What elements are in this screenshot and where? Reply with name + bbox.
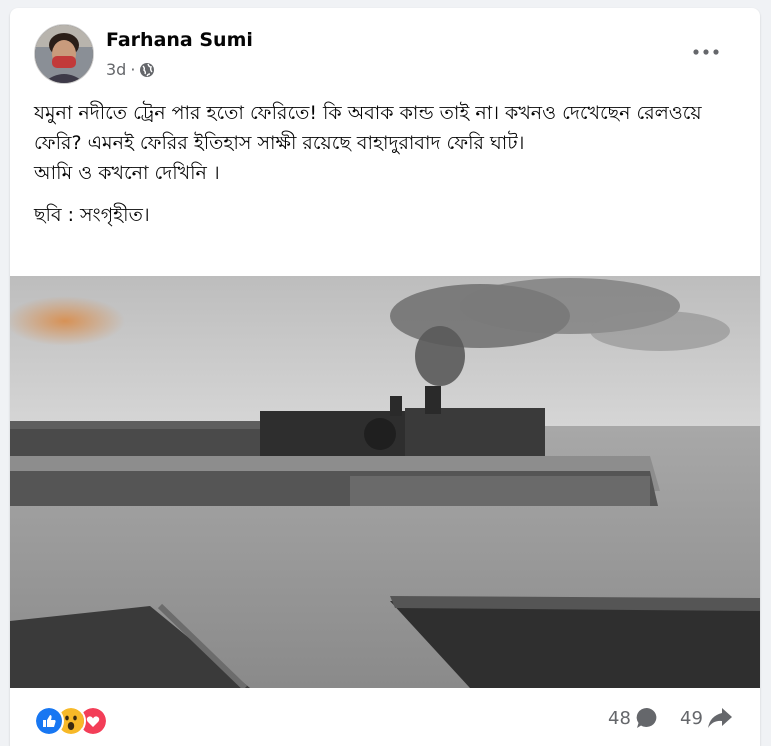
post-text: যমুনা নদীতে ট্রেন পার হতো ফেরিতে! কি অবা… xyxy=(34,98,744,230)
more-options-icon xyxy=(693,49,719,55)
shares-count-button[interactable]: 49 xyxy=(680,706,733,730)
post-time[interactable]: 3d xyxy=(106,60,126,79)
share-icon xyxy=(707,708,732,728)
post-footer: 48 49 xyxy=(10,698,760,746)
post-text-line: আমি ও কখনো দেখিনি । xyxy=(34,162,220,184)
post-header: Farhana Sumi 3d · xyxy=(10,8,760,88)
shares-count: 49 xyxy=(680,707,703,729)
meta-separator: · xyxy=(130,60,136,79)
photo-credit: ছবি : সংগৃহীত। xyxy=(34,204,150,226)
post-text-line: যমুনা নদীতে ট্রেন পার হতো ফেরিতে! কি অবা… xyxy=(34,102,702,154)
comments-count: 48 xyxy=(608,707,631,729)
post-meta: 3d · xyxy=(106,60,155,79)
globe-icon[interactable] xyxy=(139,62,155,78)
post-photo[interactable] xyxy=(10,276,760,688)
ferry-photo-image xyxy=(10,276,760,688)
more-options-button[interactable] xyxy=(688,40,724,64)
reaction-summary[interactable] xyxy=(34,706,124,736)
post-card: Farhana Sumi 3d · যমুনা নদীতে ট্রেন পার … xyxy=(10,8,760,746)
avatar[interactable] xyxy=(34,24,94,84)
like-icon xyxy=(34,706,64,736)
comment-icon xyxy=(636,707,657,728)
author-name[interactable]: Farhana Sumi xyxy=(106,29,253,51)
comments-count-button[interactable]: 48 xyxy=(608,706,659,730)
avatar-image xyxy=(35,25,93,83)
